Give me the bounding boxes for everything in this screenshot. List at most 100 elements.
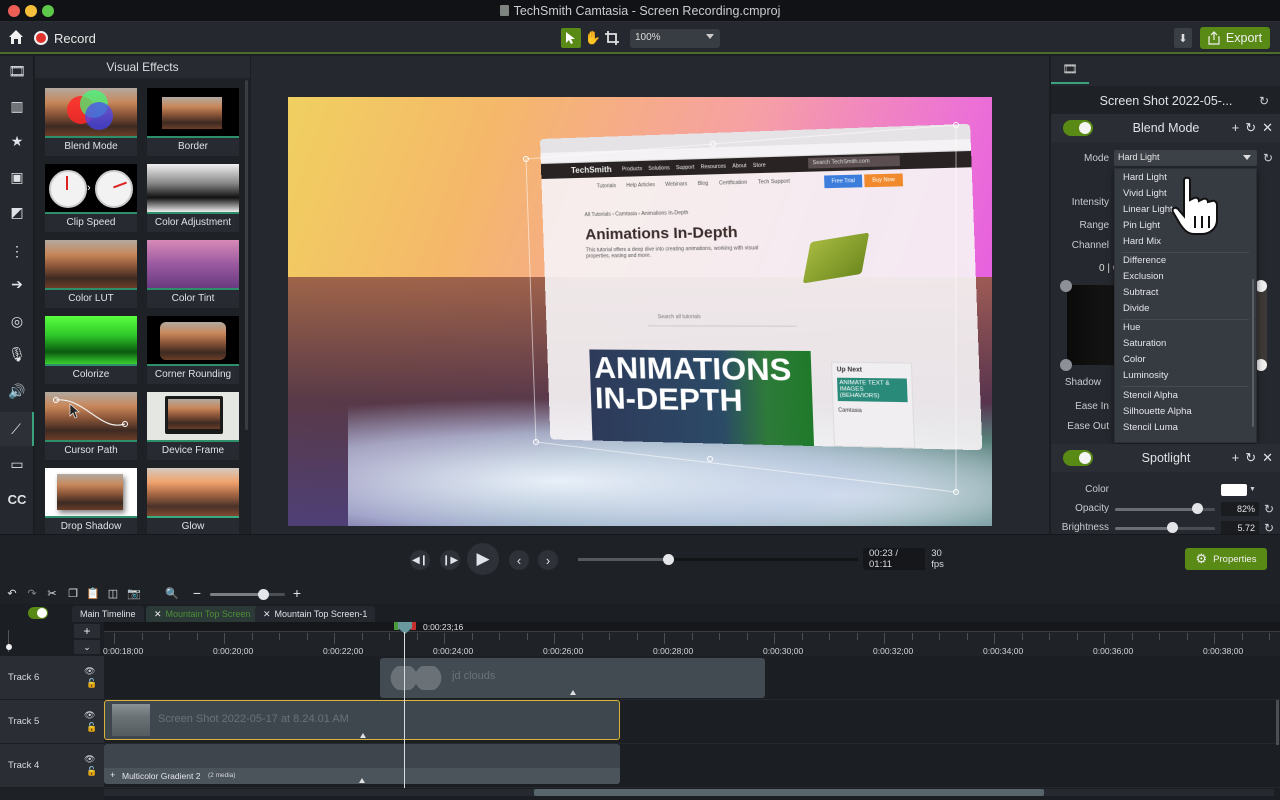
mode-option-color[interactable]: Color (1123, 353, 1248, 367)
add-keyframe-icon[interactable]: + (1232, 120, 1240, 136)
zoom-in-button[interactable]: + (290, 585, 304, 601)
mode-option-saturation[interactable]: Saturation (1123, 337, 1248, 351)
step-forward-button[interactable]: ❙▶ (440, 550, 460, 570)
clip-multicolor-gradient-2[interactable]: + Multicolor Gradient 2 (2 media) (104, 744, 620, 784)
opacity-slider-knob[interactable] (1192, 503, 1203, 514)
reset-mode-button[interactable]: ↻ (1263, 152, 1275, 164)
export-button[interactable]: Export (1200, 27, 1270, 49)
mode-option-exclusion[interactable]: Exclusion (1123, 270, 1248, 284)
rail-animations-button[interactable]: ➔ (0, 269, 34, 299)
range-handle-top-left[interactable] (1060, 280, 1072, 292)
properties-tab-media[interactable]: 🎞 (1051, 56, 1089, 84)
mode-option-silhouette-alpha[interactable]: Silhouette Alpha (1123, 405, 1248, 419)
zoom-out-button[interactable]: − (190, 585, 204, 601)
color-swatch[interactable] (1221, 484, 1247, 496)
reset-icon[interactable]: ↻ (1245, 450, 1256, 466)
mode-option-luminosity[interactable]: Luminosity (1123, 369, 1248, 383)
effect-tile-border[interactable]: Border (147, 88, 239, 158)
select-tool-button[interactable] (561, 28, 581, 48)
snapshot-button[interactable]: 📷 (127, 586, 141, 600)
rail-behaviors-button[interactable]: ⋮ (0, 236, 34, 266)
effect-tile-corner-rounding[interactable]: Corner Rounding (147, 316, 239, 386)
rail-voice-narration-button[interactable]: 🎙 (0, 339, 34, 369)
timeline-zoom-knob[interactable] (257, 589, 269, 600)
effect-tile-cursor-path[interactable]: Cursor Path (45, 392, 137, 462)
paste-button[interactable]: 📋 (86, 586, 100, 600)
timeline-vertical-scrollbar[interactable] (1276, 700, 1279, 745)
tab-main-timeline[interactable]: Main Timeline (72, 606, 144, 622)
mode-option-stencil-alpha[interactable]: Stencil Alpha (1123, 389, 1248, 403)
timeline-zoom-button[interactable]: 🔍 (165, 586, 179, 600)
effect-tile-blend-mode[interactable]: Blend Mode (45, 88, 137, 158)
eye-icon[interactable]: 👁 (84, 666, 95, 677)
lock-icon[interactable]: 🔓 (86, 766, 97, 777)
download-button[interactable]: ⬇ (1174, 28, 1192, 48)
lock-icon[interactable]: 🔓 (86, 722, 97, 733)
track-options-button[interactable]: ⌄ (74, 640, 100, 654)
reset-media-button[interactable]: ↻ (1259, 95, 1271, 107)
effect-tile-glow[interactable]: Glow (147, 468, 239, 538)
reset-icon[interactable]: ↻ (1245, 120, 1256, 136)
track-header-5[interactable]: Track 5 👁 🔓 (0, 700, 104, 744)
tab-mountain-top-screen-1[interactable]: ✕ Mountain Top Screen-1 (255, 606, 376, 622)
dropdown-scrollbar[interactable] (1252, 279, 1254, 427)
chevron-down-icon[interactable]: ▼ (1249, 486, 1256, 493)
rail-favorites-button[interactable]: ★ (0, 126, 34, 156)
play-button[interactable]: ▶ (467, 543, 499, 575)
step-back-button[interactable]: ◀❙ (410, 550, 430, 570)
tab-mountain-top-screen[interactable]: ✕ Mountain Top Screen (146, 606, 259, 622)
rail-captions-button[interactable]: CC (0, 484, 34, 514)
brightness-slider-knob[interactable] (1167, 522, 1178, 533)
eye-icon[interactable]: 👁 (84, 754, 95, 765)
opacity-value[interactable]: 82% (1221, 502, 1259, 516)
video-preview-canvas[interactable]: TechSmith Products Solutions Support Res… (288, 97, 992, 526)
close-icon[interactable]: ✕ (1262, 120, 1273, 136)
rail-interactivity-button[interactable]: ▭ (0, 449, 34, 479)
mode-option-hard-mix[interactable]: Hard Mix (1123, 235, 1248, 249)
record-button[interactable]: Record (34, 27, 96, 49)
rail-annotations-button[interactable]: ▣ (0, 162, 34, 192)
scrub-handle[interactable] (662, 554, 674, 565)
brightness-value[interactable]: 5.72 (1221, 521, 1259, 535)
add-track-button[interactable]: + (74, 624, 100, 638)
lock-icon[interactable]: 🔓 (86, 678, 97, 689)
mode-option-stencil-luma[interactable]: Stencil Luma (1123, 421, 1248, 435)
reset-brightness-button[interactable]: ↻ (1264, 522, 1276, 534)
canvas-zoom-dropdown[interactable]: 100% (630, 29, 720, 48)
effect-tile-color-adjustment[interactable]: Color Adjustment (147, 164, 239, 234)
rail-cursor-effects-button[interactable]: ◎ (0, 306, 34, 336)
playhead-handle[interactable] (394, 622, 416, 634)
clip-screen-shot[interactable]: Screen Shot 2022-05-17 at 8.24.01 AM (104, 700, 620, 740)
properties-button[interactable]: ⚙ Properties (1185, 548, 1267, 570)
mode-option-subtract[interactable]: Subtract (1123, 286, 1248, 300)
mode-option-hue[interactable]: Hue (1123, 321, 1248, 335)
close-tab-icon[interactable]: ✕ (263, 609, 271, 620)
copy-button[interactable]: ❐ (66, 586, 80, 600)
mode-option-difference[interactable]: Difference (1123, 254, 1248, 268)
crop-tool-button[interactable] (602, 28, 622, 48)
track-height-knob[interactable] (6, 644, 12, 650)
reset-opacity-button[interactable]: ↻ (1264, 503, 1276, 515)
effect-tile-device-frame[interactable]: Device Frame (147, 392, 239, 462)
rail-media-button[interactable]: 🎞 (0, 56, 34, 86)
add-keyframe-icon[interactable]: + (1232, 450, 1240, 466)
redo-button[interactable]: ↷ (25, 586, 39, 600)
cut-button[interactable]: ✂ (45, 586, 59, 600)
undo-button[interactable]: ↶ (5, 586, 19, 600)
track-header-4[interactable]: Track 4 👁 🔓 (0, 744, 104, 788)
expand-group-icon[interactable]: + (110, 770, 115, 780)
rail-library-button[interactable]: ▥ (0, 91, 34, 121)
effect-tile-color-lut[interactable]: Color LUT (45, 240, 137, 310)
close-tab-icon[interactable]: ✕ (154, 609, 162, 620)
rail-visual-effects-button[interactable]: ⟋ (0, 412, 34, 446)
range-handle-bottom-left[interactable] (1060, 359, 1072, 371)
timeline-scroll-thumb[interactable] (534, 789, 1044, 796)
home-button[interactable] (8, 29, 24, 45)
mode-option-divide[interactable]: Divide (1123, 302, 1248, 316)
previous-marker-button[interactable]: ‹ (509, 550, 529, 570)
effect-tile-colorize[interactable]: Colorize (45, 316, 137, 386)
effects-scrollbar[interactable] (245, 80, 248, 430)
clip-jd-clouds[interactable]: jd clouds (380, 658, 765, 698)
split-button[interactable]: ◫ (106, 586, 120, 600)
effect-tile-drop-shadow[interactable]: Drop Shadow (45, 468, 137, 538)
